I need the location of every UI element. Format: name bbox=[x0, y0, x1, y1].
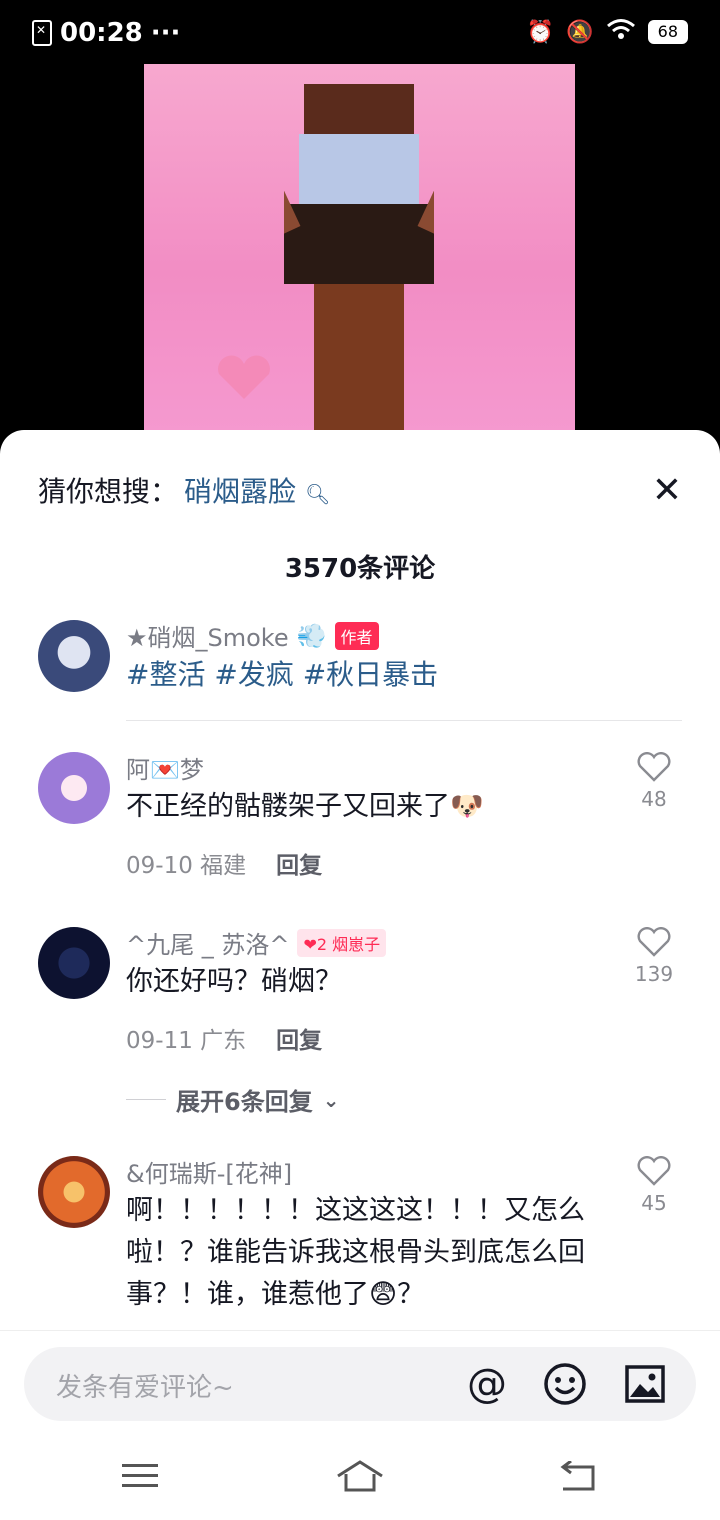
comment-username[interactable]: &何瑞斯-[花神] bbox=[126, 1154, 292, 1189]
heart-icon bbox=[626, 1156, 682, 1191]
status-dots: ··· bbox=[150, 18, 181, 48]
heart-icon bbox=[626, 752, 682, 787]
search-icon: 🔍︎ bbox=[304, 482, 331, 506]
comment-input-bar: 发条有爱评论~ @ bbox=[0, 1330, 720, 1441]
comment-count: 3570条评论 bbox=[284, 554, 436, 584]
search-suggestion[interactable]: 猜你想搜： 硝烟露脸 🔍︎ bbox=[38, 470, 330, 510]
author-badge: 作者 bbox=[334, 621, 379, 650]
comment-input[interactable]: 发条有爱评论~ @ bbox=[24, 1347, 696, 1421]
comment-username[interactable]: ^九尾 _ 苏洛^ ❤2 烟崽子 bbox=[126, 925, 387, 960]
comment-username[interactable]: ★硝烟_Smoke 💨 作者 bbox=[126, 618, 379, 653]
like-button[interactable]: 48 bbox=[626, 752, 682, 811]
avatar[interactable] bbox=[38, 620, 110, 692]
back-icon[interactable] bbox=[548, 1456, 608, 1496]
heart-decoration-icon bbox=[218, 355, 270, 399]
comment-sheet: 猜你想搜： 硝烟露脸 🔍︎ ✕ 3570条评论 ★硝烟_Smoke 💨 作者 #整… bbox=[0, 430, 720, 1520]
comment-meta: 09-11 广东 回复 bbox=[126, 1021, 322, 1055]
avatar[interactable] bbox=[38, 752, 110, 824]
comment-text: #整活 #发疯 #秋日暴击 bbox=[126, 658, 439, 691]
like-count: 48 bbox=[641, 787, 667, 811]
reply-button[interactable]: 回复 bbox=[276, 846, 322, 880]
like-count: 45 bbox=[641, 1191, 667, 1215]
expand-replies-button[interactable]: 展开6条回复 ⌄ bbox=[126, 1082, 339, 1117]
mention-icon[interactable]: @ bbox=[460, 1357, 514, 1411]
like-count: 139 bbox=[634, 962, 674, 986]
no-sim-icon bbox=[32, 20, 52, 46]
wifi-icon bbox=[606, 18, 636, 46]
avatar[interactable] bbox=[38, 927, 110, 999]
avatar[interactable] bbox=[38, 1156, 110, 1228]
comment-text: 不正经的骷髅架子又回来了🐶 bbox=[126, 791, 484, 822]
system-nav-bar bbox=[0, 1440, 720, 1520]
like-button[interactable]: 45 bbox=[626, 1156, 682, 1215]
image-icon[interactable] bbox=[618, 1357, 672, 1411]
reply-button[interactable]: 回复 bbox=[276, 1021, 322, 1055]
chevron-down-icon: ⌄ bbox=[322, 1087, 340, 1112]
close-icon[interactable]: ✕ bbox=[652, 470, 682, 511]
like-button[interactable]: 139 bbox=[626, 927, 682, 986]
home-icon[interactable] bbox=[330, 1456, 390, 1496]
comment-placeholder: 发条有爱评论~ bbox=[56, 1373, 234, 1403]
video-preview[interactable] bbox=[144, 64, 575, 444]
comment-username[interactable]: 阿💌梦 bbox=[126, 750, 204, 785]
alarm-icon: ⏰ bbox=[526, 19, 555, 45]
comment-text: 你还好吗？硝烟？ bbox=[126, 966, 342, 997]
status-bar: 00:28 ··· ⏰ 🔕 68 bbox=[0, 0, 720, 64]
character-figure-image bbox=[284, 84, 434, 444]
mute-icon: 🔕 bbox=[566, 19, 594, 45]
fan-badge: ❤2 烟崽子 bbox=[297, 928, 387, 957]
heart-icon bbox=[626, 927, 682, 962]
comment-text: 啊！！！！！！这这这这！！！又怎么啦！？谁能告诉我这根骨头到底怎么回事？！谁，谁… bbox=[126, 1195, 585, 1310]
comment-meta: 09-10 福建 回复 bbox=[126, 846, 322, 880]
menu-icon[interactable] bbox=[110, 1456, 170, 1496]
emoji-icon[interactable] bbox=[538, 1357, 592, 1411]
battery-indicator: 68 bbox=[647, 20, 688, 44]
status-time: 00:28 bbox=[60, 18, 143, 48]
smoke-emoji-icon: 💨 bbox=[296, 621, 327, 650]
suggestion-label: 猜你想搜： bbox=[38, 475, 179, 508]
suggestion-keyword[interactable]: 硝烟露脸 bbox=[184, 475, 296, 508]
divider bbox=[126, 720, 682, 721]
